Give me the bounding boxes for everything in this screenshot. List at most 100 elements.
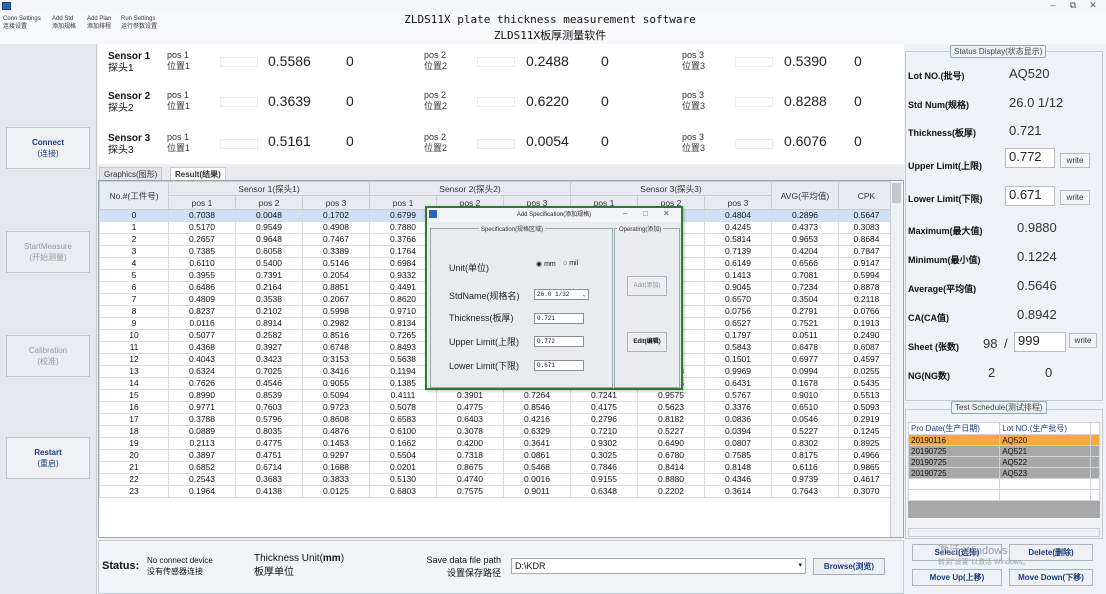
restore-icon[interactable]: ⧉ (1066, 0, 1080, 11)
menu-label: Run Settings (121, 16, 156, 22)
value-cell: 0.0511 (771, 329, 839, 342)
row-number-cell: 20 (99, 449, 169, 462)
std-num-value: 26.0 1/12 (1009, 95, 1064, 110)
schedule-horizontal-scrollbar[interactable] (908, 528, 1100, 537)
save-path-combobox[interactable]: D:\KDR ▾ (511, 558, 806, 574)
unit-radio-mil[interactable]: ○ mil (563, 260, 578, 267)
unit-radio-mm[interactable]: ◉ mm (536, 260, 556, 268)
table-row[interactable]: 19 0.2113 0.4775 0.1453 0.1662 0.4200 0.3641 0.… (99, 437, 895, 450)
value-cell: 0.3083 (838, 221, 895, 234)
app-title: ZLDS11X plate thickness measurement soft… (404, 13, 696, 26)
table-row[interactable]: 15 0.8990 0.8539 0.5094 0.4111 0.3901 0.7264 0.… (99, 389, 895, 402)
tab-graphics[interactable]: Graphics(图形) (99, 167, 163, 180)
value-cell: 0.2490 (838, 329, 895, 342)
restart-button[interactable]: Restart (重启) (6, 437, 90, 479)
sensor-row: Sensor 2 探头2 (108, 91, 150, 115)
thickness-value: 0.721 (1009, 123, 1042, 138)
row-number-cell: 12 (99, 353, 169, 366)
menu-add-plan[interactable]: Add Plan 添加排程 (87, 15, 111, 31)
upper-limit-input[interactable]: 0.772 (534, 336, 584, 347)
calibration-button[interactable]: Calibration (校准) (6, 335, 90, 377)
value-cell: 0.2543 (168, 473, 236, 486)
move-down-button[interactable]: Move Down(下移) (1009, 569, 1093, 586)
value-cell: 0.5814 (704, 233, 772, 246)
table-row[interactable]: 23 0.1964 0.4138 0.0125 0.6803 0.7575 0.9011 0.… (99, 485, 895, 498)
minimize-icon[interactable]: ‒ (1046, 0, 1060, 10)
connect-button[interactable]: Connect (连接) (6, 127, 90, 169)
sensor-value: 0.5161 (268, 133, 311, 149)
dialog-close-icon[interactable]: ✕ (663, 209, 670, 218)
unit-text: Thickness Unit( (254, 553, 323, 564)
table-row[interactable]: 16 0.9771 0.7603 0.9723 0.5078 0.4775 0.8546 0.… (99, 401, 895, 414)
value-cell: 0.5077 (168, 329, 236, 342)
lower-limit-input[interactable]: 0.671 (1005, 186, 1055, 206)
value-cell: 0.9739 (771, 473, 839, 486)
value-cell: 0.6566 (771, 257, 839, 270)
value-cell: 0.8237 (168, 305, 236, 318)
radio-label: mm (544, 261, 556, 268)
std-name-select[interactable]: 26.0 1/32 ⌄ (534, 289, 589, 300)
thickness-input[interactable]: 0.721 (534, 313, 584, 324)
start-measure-button[interactable]: StartMeasure (开始测量) (6, 231, 90, 273)
row-number-cell: 1 (99, 221, 169, 234)
tab-result[interactable]: Result(结果) (170, 167, 226, 180)
value-cell: 0.1501 (704, 353, 772, 366)
value-cell: 0.8914 (235, 317, 303, 330)
specification-legend: Specification(规格区域) (479, 224, 546, 233)
value-cell: 0.0201 (369, 461, 437, 474)
sheet-write-button[interactable]: write (1069, 333, 1097, 348)
schedule-row[interactable]: 20190725 AQ522 (908, 456, 1100, 468)
schedule-row[interactable]: 20190116 AQ520 (908, 434, 1100, 446)
table-row[interactable]: 18 0.0889 0.8035 0.4876 0.6100 0.3078 0.6329 0.… (99, 425, 895, 438)
menu-conn-settings[interactable]: Conn Settings 连接设置 (3, 15, 41, 31)
maximum-value: 0.9880 (1017, 220, 1057, 235)
save-path-label: Save data file path 设置保存路径 (419, 554, 501, 580)
scroll-thumb[interactable] (892, 183, 901, 203)
sensor-value: 0.0054 (526, 133, 569, 149)
average-value: 0.5646 (1017, 278, 1057, 293)
schedule-row[interactable]: 20190725 AQ521 (908, 445, 1100, 457)
lot-no-cell: AQ523 (999, 467, 1091, 479)
menu-run-settings[interactable]: Run Settings 运行参数设置 (121, 15, 157, 31)
dialog-maximize-icon[interactable]: □ (643, 209, 648, 218)
pos-label: pos 1 位置1 (167, 132, 191, 153)
col-header-extra (1089, 422, 1100, 435)
col-header-avg: AVG(平均值) (771, 181, 839, 210)
browse-button[interactable]: Browse(浏览) (813, 558, 885, 575)
menu-add-std[interactable]: Add Std 添加规格 (52, 15, 76, 31)
schedule-row[interactable]: 20190725 AQ523 (908, 467, 1100, 479)
edit-button[interactable]: Edit(编辑) (627, 332, 667, 352)
sensor-count: 0 (854, 133, 862, 149)
value-cell: 0.0048 (235, 209, 303, 222)
value-cell: 0.1913 (838, 317, 895, 330)
upper-limit-write-button[interactable]: write (1060, 153, 1090, 168)
table-row[interactable]: 22 0.2543 0.3683 0.3833 0.5130 0.4740 0.0016 0.… (99, 473, 895, 486)
table-row[interactable]: 17 0.3788 0.5796 0.8608 0.6583 0.6403 0.4216 0.… (99, 413, 895, 426)
sheet-count: 98 (983, 336, 998, 351)
lower-limit-write-button[interactable]: write (1060, 190, 1090, 205)
value-cell: 0.1797 (704, 329, 772, 342)
value-cell: 0.4111 (369, 389, 437, 402)
row-number-cell: 5 (99, 269, 169, 282)
dialog-title-text: Add Specification(添加规格) (516, 212, 592, 218)
save-path-value: D:\KDR (515, 561, 546, 571)
value-cell: 0.7318 (436, 449, 504, 462)
table-row[interactable]: 21 0.6852 0.6714 0.1688 0.0201 0.8675 0.5468 0.… (99, 461, 895, 474)
grid-vertical-scrollbar[interactable] (890, 181, 902, 537)
value-cell: 0.5468 (503, 461, 571, 474)
add-button[interactable]: Add(添加) (627, 276, 667, 296)
sheet-total-input[interactable]: 999 (1014, 332, 1066, 352)
table-row[interactable]: 20 0.3897 0.4751 0.9297 0.5504 0.7318 0.0861 0.… (99, 449, 895, 462)
empty-cell (1089, 478, 1100, 490)
upper-limit-input[interactable]: 0.772 (1005, 148, 1055, 168)
lower-limit-input[interactable]: 0.671 (534, 360, 584, 371)
pos-indicator (220, 97, 258, 107)
button-label-cn: (重启) (37, 459, 59, 468)
pos-indicator (477, 57, 515, 67)
row-number-cell: 21 (99, 461, 169, 474)
dialog-minimize-icon[interactable]: ‒ (623, 209, 627, 218)
pos-label: pos 3 位置3 (682, 90, 706, 111)
close-icon[interactable]: ✕ (1086, 0, 1100, 11)
value-cell: 0.5078 (369, 401, 437, 414)
move-up-button[interactable]: Move Up(上移) (912, 569, 1002, 586)
